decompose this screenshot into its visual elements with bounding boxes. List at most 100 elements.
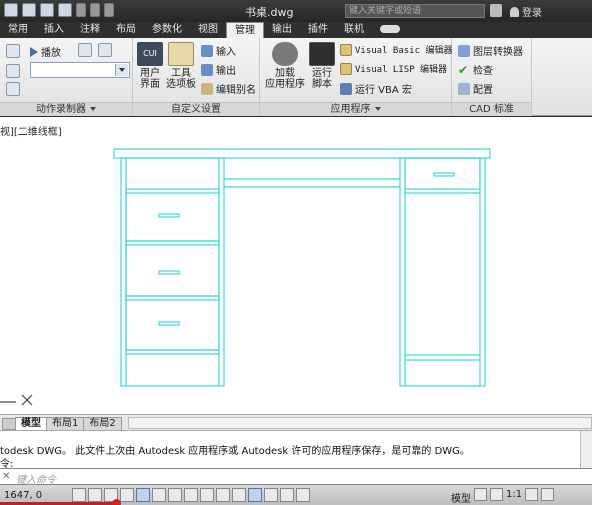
snap-mode-icon[interactable]: [88, 488, 102, 502]
open-icon[interactable]: [22, 3, 36, 17]
ucs-icon: [0, 394, 33, 406]
tab-layout2[interactable]: 布局2: [83, 417, 122, 430]
panel-action-recorder: 播放 动作录制器: [0, 38, 133, 116]
command-history: todesk DWG。 此文件上次由 Autodesk 应用程序或 Autode…: [0, 430, 592, 470]
redo-icon[interactable]: [104, 3, 114, 17]
panel-applications: 加载 应用程序 运行 脚本 Visual Basic 编辑器 Visual LI…: [260, 38, 452, 116]
dynamic-input-icon[interactable]: [216, 488, 230, 502]
undo-icon[interactable]: [90, 3, 100, 17]
tool-palettes-button[interactable]: 工具 选项板: [165, 42, 197, 90]
tab-home[interactable]: 常用: [0, 22, 36, 38]
chevron-down-icon[interactable]: [115, 64, 128, 76]
horizontal-scrollbar[interactable]: [127, 417, 592, 429]
check-button[interactable]: ✔ 检查: [458, 62, 493, 78]
vb-editor-button[interactable]: Visual Basic 编辑器: [340, 43, 452, 56]
quick-properties-icon[interactable]: [264, 488, 278, 502]
export-button[interactable]: 输出: [201, 62, 236, 77]
macro-select[interactable]: [30, 62, 130, 78]
object-snap-tracking-icon[interactable]: [184, 488, 198, 502]
workspace-switch-icon[interactable]: [541, 488, 555, 501]
run-vba-button[interactable]: 运行 VBA 宏: [340, 81, 412, 96]
transparency-icon[interactable]: [248, 488, 262, 502]
tool-palettes-label: 工具 选项板: [166, 68, 196, 90]
layout-tab-bar: 模型 布局1 布局2: [0, 414, 592, 430]
title-bar: 书桌.dwg 键入关键字或短语 登录: [0, 0, 592, 22]
save-as-icon[interactable]: [58, 3, 72, 17]
lineweight-icon[interactable]: [232, 488, 246, 502]
video-progress-handle[interactable]: [112, 499, 121, 505]
model-space-button[interactable]: 模型: [451, 490, 471, 505]
lisp-editor-button[interactable]: Visual LISP 编辑器: [340, 62, 447, 75]
panel-expand-icon: [90, 107, 96, 111]
play-button[interactable]: 播放: [30, 44, 61, 59]
layer-translator-button[interactable]: 图层转换器: [458, 43, 523, 58]
quick-view-drawings-icon[interactable]: [490, 488, 503, 501]
left-handle-3: [158, 321, 180, 326]
layout-nav-arrows[interactable]: [2, 418, 16, 430]
tab-view[interactable]: 视图: [190, 22, 226, 38]
left-handle-1: [158, 213, 180, 218]
quick-access-toolbar: [4, 3, 114, 17]
preference-icon[interactable]: [78, 43, 92, 57]
edit-aliases-button[interactable]: 编辑别名: [201, 81, 256, 96]
import-button[interactable]: 输入: [201, 43, 236, 58]
dynamic-ucs-icon[interactable]: [200, 488, 214, 502]
record-icon[interactable]: [6, 44, 20, 58]
run-script-label: 运行 脚本: [312, 68, 332, 90]
layer-translator-icon: [458, 44, 470, 57]
panel-title-applications[interactable]: 应用程序: [260, 102, 451, 116]
tab-output[interactable]: 输出: [264, 22, 300, 38]
selection-cycling-icon[interactable]: [280, 488, 294, 502]
3d-object-snap-icon[interactable]: [168, 488, 182, 502]
search-input[interactable]: 键入关键字或短语: [345, 4, 485, 18]
binoculars-icon[interactable]: [490, 4, 502, 17]
gear-icon: [272, 42, 298, 66]
ortho-mode-icon[interactable]: [120, 488, 134, 502]
left-drawer-1: [125, 188, 220, 242]
annotation-scale[interactable]: 1:1: [506, 489, 522, 500]
app-menu-icon[interactable]: [4, 3, 18, 17]
load-application-label: 加载 应用程序: [265, 68, 305, 90]
desk-top: [113, 148, 491, 159]
drawing-canvas[interactable]: 视][二维线框]: [0, 117, 592, 414]
tab-parametric[interactable]: 参数化: [144, 22, 190, 38]
play-icon: [30, 46, 38, 57]
save-icon[interactable]: [40, 3, 54, 17]
cui-icon: CUI: [137, 42, 163, 66]
tab-layout[interactable]: 布局: [108, 22, 144, 38]
run-script-button[interactable]: 运行 脚本: [308, 42, 336, 90]
panel-title-action-recorder[interactable]: 动作录制器: [0, 102, 132, 116]
user-interface-button[interactable]: CUI 用户 界面: [136, 42, 164, 90]
run-vba-icon: [340, 82, 352, 95]
quick-view-layouts-icon[interactable]: [474, 488, 487, 501]
polar-tracking-icon[interactable]: [136, 488, 150, 502]
manage-macros-icon[interactable]: [98, 43, 112, 57]
tab-online[interactable]: 联机: [336, 22, 372, 38]
command-scrollbar[interactable]: [580, 431, 592, 469]
tab-layout1[interactable]: 布局1: [46, 417, 85, 430]
tab-model[interactable]: 模型: [15, 417, 47, 430]
tab-overflow[interactable]: [372, 22, 408, 38]
import-icon: [201, 44, 213, 57]
right-cabinet: [399, 157, 486, 387]
tab-insert[interactable]: 插入: [36, 22, 72, 38]
login-button[interactable]: 登录: [510, 4, 542, 19]
panel-expand-icon: [374, 107, 381, 111]
stop-icon[interactable]: [6, 64, 20, 78]
annotation-monitor-icon[interactable]: [296, 488, 310, 502]
annotation-visibility-icon[interactable]: [525, 488, 539, 501]
coordinate-readout[interactable]: 1647, 0: [4, 490, 42, 501]
infer-constraints-icon[interactable]: [72, 488, 86, 502]
tab-annotate[interactable]: 注释: [72, 22, 108, 38]
command-line[interactable]: ✕ 键入命令: [0, 468, 592, 486]
load-application-button[interactable]: 加载 应用程序: [264, 42, 306, 90]
object-snap-icon[interactable]: [152, 488, 166, 502]
status-right: 1:1: [474, 488, 555, 501]
configure-button[interactable]: 配置: [458, 81, 493, 96]
tab-plugins[interactable]: 插件: [300, 22, 336, 38]
close-command-icon[interactable]: ✕: [2, 471, 10, 482]
insert-message-icon[interactable]: [6, 82, 20, 96]
plot-icon[interactable]: [76, 3, 86, 17]
overflow-icon: [380, 25, 400, 33]
tab-manage[interactable]: 管理: [226, 22, 264, 38]
